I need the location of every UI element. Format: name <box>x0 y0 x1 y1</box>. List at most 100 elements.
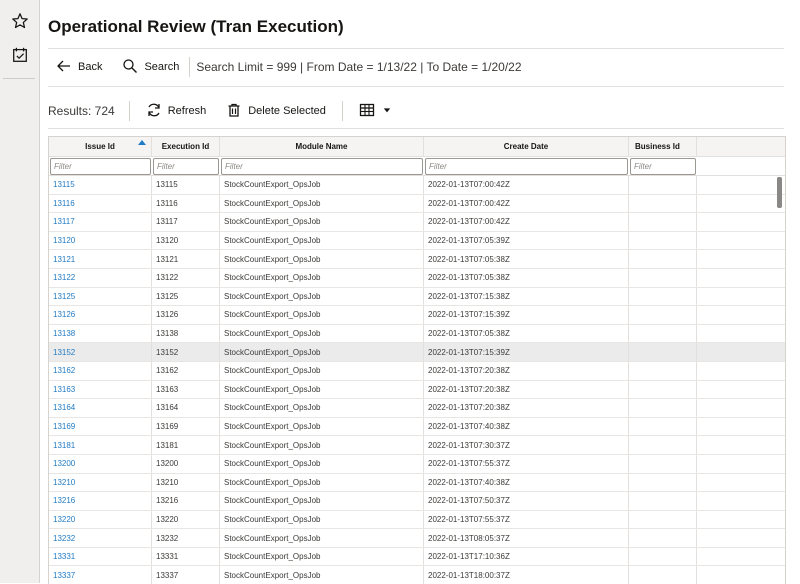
cell-issue-id[interactable]: 13116 <box>49 194 152 213</box>
table-row[interactable]: 13125 13125 StockCountExport_OpsJob 2022-01… <box>49 287 785 307</box>
cell-create-date: 2022-01-13T07:15:38Z <box>424 287 629 306</box>
cell-filler <box>697 213 775 231</box>
cell-module: StockCountExport_OpsJob <box>220 343 424 361</box>
table-row[interactable]: 13181 13181 StockCountExport_OpsJob 2022-01… <box>49 436 785 455</box>
cell-create-date: 2022-01-13T08:05:37Z <box>424 529 629 547</box>
table-row[interactable]: 13122 13122 StockCountExport_OpsJob 2022-01… <box>49 268 785 288</box>
view-menu-button[interactable] <box>349 96 401 126</box>
search-toolbar: Back Search Search Limit = 999 | From Da… <box>48 50 784 84</box>
star-icon <box>11 12 29 35</box>
trash-icon <box>226 102 242 121</box>
cell-create-date: 2022-01-13T07:05:38Z <box>424 250 629 268</box>
table-row[interactable]: 13117 13117 StockCountExport_OpsJob 2022-01… <box>49 213 785 232</box>
module-name-filter-input[interactable] <box>221 157 423 175</box>
table-row[interactable]: 13163 13163 StockCountExport_OpsJob 2022-01… <box>49 380 785 400</box>
cell-issue-id[interactable]: 13115 <box>49 176 152 194</box>
execution-id-filter-input[interactable] <box>153 157 219 175</box>
cell-execution-id: 13117 <box>152 213 220 231</box>
cell-create-date: 2022-01-13T07:20:38Z <box>424 399 629 417</box>
column-header-create-date[interactable]: Create Date <box>424 137 629 156</box>
cell-issue-id[interactable]: 13331 <box>49 547 152 566</box>
cell-business-id <box>629 194 697 213</box>
cell-business-id <box>629 380 697 399</box>
cell-module: StockCountExport_OpsJob <box>220 417 424 436</box>
divider <box>48 86 784 87</box>
cell-execution-id: 13138 <box>152 324 220 343</box>
cell-issue-id[interactable]: 13337 <box>49 566 152 584</box>
cell-create-date: 2022-01-13T18:00:37Z <box>424 566 629 584</box>
cell-module: StockCountExport_OpsJob <box>220 194 424 213</box>
column-header-module-name[interactable]: Module Name <box>220 137 424 156</box>
cell-issue-id[interactable]: 13200 <box>49 454 152 473</box>
cell-issue-id[interactable]: 13169 <box>49 417 152 436</box>
divider <box>48 128 784 129</box>
search-button[interactable]: Search <box>112 52 189 82</box>
table-row[interactable]: 13152 13152 StockCountExport_OpsJob 2022-01… <box>49 343 785 362</box>
cell-module: StockCountExport_OpsJob <box>220 213 424 231</box>
refresh-button[interactable]: Refresh <box>136 96 217 126</box>
results-toolbar: Results: 724 Refresh Delete Selected <box>48 96 784 126</box>
cell-issue-id[interactable]: 13210 <box>49 473 152 492</box>
cell-issue-id[interactable]: 13121 <box>49 250 152 268</box>
table-row[interactable]: 13200 13200 StockCountExport_OpsJob 2022-01… <box>49 454 785 474</box>
table-row[interactable]: 13138 13138 StockCountExport_OpsJob 2022-01… <box>49 324 785 344</box>
cell-issue-id[interactable]: 13220 <box>49 510 152 529</box>
create-date-filter-input[interactable] <box>425 157 628 175</box>
column-header-issue-id[interactable]: Issue Id <box>49 137 152 156</box>
cell-module: StockCountExport_OpsJob <box>220 287 424 306</box>
table-row[interactable]: 13232 13232 StockCountExport_OpsJob 2022-01… <box>49 529 785 548</box>
table-row[interactable]: 13220 13220 StockCountExport_OpsJob 2022-01… <box>49 510 785 530</box>
table-body: 13115 13115 StockCountExport_OpsJob 2022-01… <box>49 176 785 584</box>
cell-module: StockCountExport_OpsJob <box>220 492 424 510</box>
favorites-button[interactable] <box>0 6 39 40</box>
cell-issue-id[interactable]: 13126 <box>49 306 152 324</box>
column-header-execution-id[interactable]: Execution Id <box>152 137 220 156</box>
table-row[interactable]: 13116 13116 StockCountExport_OpsJob 2022-01… <box>49 194 785 214</box>
cell-business-id <box>629 510 697 529</box>
column-header-filler <box>697 137 775 156</box>
tasks-button[interactable] <box>0 40 39 74</box>
vertical-scrollbar-thumb[interactable] <box>777 177 782 208</box>
table-row[interactable]: 13162 13162 StockCountExport_OpsJob 2022-01… <box>49 361 785 381</box>
cell-create-date: 2022-01-13T07:40:38Z <box>424 473 629 492</box>
table-row[interactable]: 13120 13120 StockCountExport_OpsJob 2022-01… <box>49 231 785 251</box>
table-row[interactable]: 13164 13164 StockCountExport_OpsJob 2022-01… <box>49 399 785 418</box>
delete-selected-button[interactable]: Delete Selected <box>216 96 336 126</box>
table-row[interactable]: 13337 13337 StockCountExport_OpsJob 2022-01… <box>49 566 785 584</box>
column-header-business-id[interactable]: Business Id <box>629 137 697 156</box>
cell-create-date: 2022-01-13T07:00:42Z <box>424 176 629 194</box>
table-row[interactable]: 13331 13331 StockCountExport_OpsJob 2022-01… <box>49 547 785 567</box>
cell-issue-id[interactable]: 13122 <box>49 268 152 287</box>
filter-row <box>49 157 785 176</box>
table-row[interactable]: 13126 13126 StockCountExport_OpsJob 2022-01… <box>49 306 785 325</box>
cell-issue-id[interactable]: 13216 <box>49 492 152 510</box>
cell-create-date: 2022-01-13T07:05:38Z <box>424 268 629 287</box>
cell-business-id <box>629 324 697 343</box>
cell-issue-id[interactable]: 13152 <box>49 343 152 361</box>
page-title: Operational Review (Tran Execution) <box>48 17 344 36</box>
cell-execution-id: 13126 <box>152 306 220 324</box>
cell-issue-id[interactable]: 13181 <box>49 436 152 454</box>
cell-issue-id[interactable]: 13117 <box>49 213 152 231</box>
cell-issue-id[interactable]: 13163 <box>49 380 152 399</box>
cell-issue-id[interactable]: 13162 <box>49 361 152 380</box>
table-row[interactable]: 13169 13169 StockCountExport_OpsJob 2022-01… <box>49 417 785 437</box>
cell-create-date: 2022-01-13T07:55:37Z <box>424 510 629 529</box>
back-button[interactable]: Back <box>48 52 112 82</box>
cell-issue-id[interactable]: 13120 <box>49 231 152 250</box>
business-id-filter-input[interactable] <box>630 157 696 175</box>
issue-id-filter-input[interactable] <box>50 157 151 175</box>
table-row[interactable]: 13216 13216 StockCountExport_OpsJob 2022-01… <box>49 492 785 511</box>
table-row[interactable]: 13115 13115 StockCountExport_OpsJob 2022-01… <box>49 176 785 195</box>
table-row[interactable]: 13121 13121 StockCountExport_OpsJob 2022-01… <box>49 250 785 269</box>
cell-issue-id[interactable]: 13164 <box>49 399 152 417</box>
cell-execution-id: 13164 <box>152 399 220 417</box>
cell-issue-id[interactable]: 13232 <box>49 529 152 547</box>
search-label: Search <box>144 61 180 73</box>
cell-create-date: 2022-01-13T07:30:37Z <box>424 436 629 454</box>
table-row[interactable]: 13210 13210 StockCountExport_OpsJob 2022-01… <box>49 473 785 493</box>
cell-filler <box>697 362 775 380</box>
cell-issue-id[interactable]: 13125 <box>49 287 152 306</box>
cell-issue-id[interactable]: 13138 <box>49 324 152 343</box>
cell-filler <box>697 548 775 566</box>
